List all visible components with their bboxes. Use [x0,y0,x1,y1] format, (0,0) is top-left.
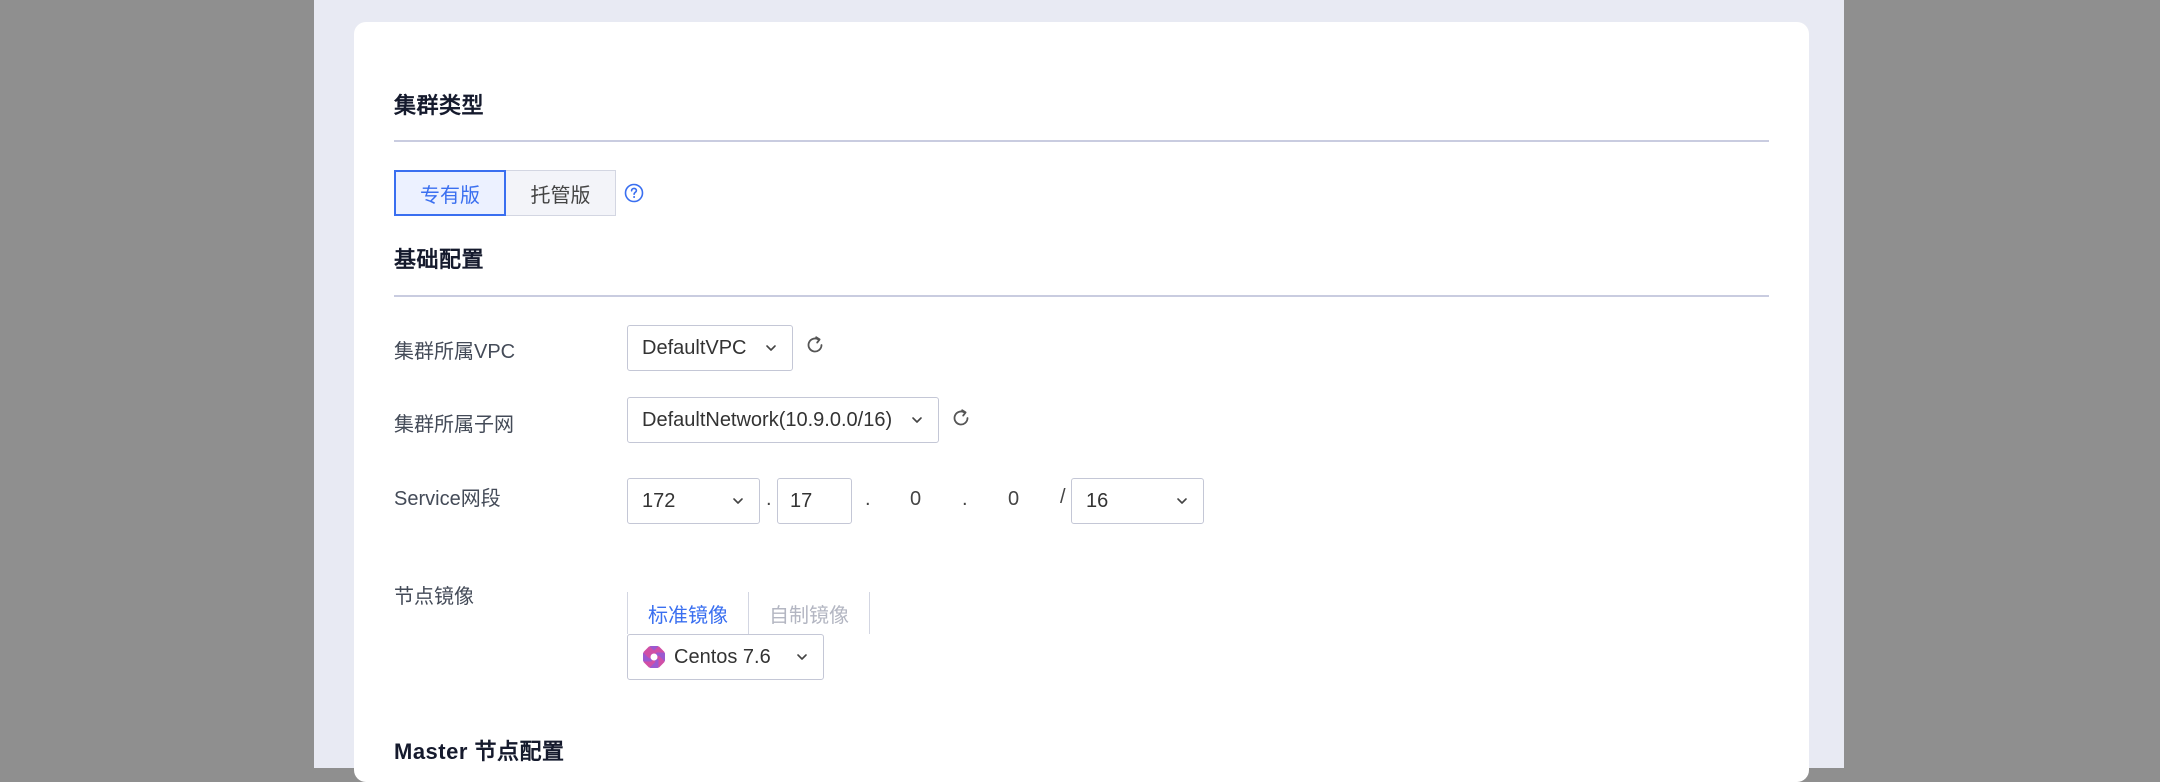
refresh-subnet-icon[interactable] [950,407,972,429]
subnet-select-value: DefaultNetwork(10.9.0.0/16) [642,408,893,431]
refresh-vpc-icon[interactable] [804,334,826,356]
divider [394,295,1769,297]
image-tab-custom[interactable]: 自制镜像 [748,592,870,634]
cluster-type-managed-button[interactable]: 托管版 [506,170,616,216]
chevron-down-icon [912,417,922,423]
cluster-type-segment: 专有版 托管版 [394,170,616,216]
os-image-select[interactable]: Centos 7.6 [627,634,824,680]
vpc-label: 集群所属VPC [394,341,516,363]
help-icon[interactable] [624,183,644,203]
cidr-slash: / [1060,486,1066,508]
section-title-basic-config: 基础配置 [394,247,485,272]
cidr-dot: . [962,488,968,510]
service-cidr-octet1-select[interactable]: 172 [627,478,760,524]
service-cidr-octet1-value: 172 [642,489,676,512]
os-image-value: Centos 7.6 [674,645,771,668]
centos-icon [643,646,665,668]
divider [394,140,1769,142]
cidr-dot: . [865,488,871,510]
chevron-down-icon [797,654,807,660]
image-tab-standard[interactable]: 标准镜像 [627,592,749,634]
chevron-down-icon [1177,498,1187,504]
cluster-type-dedicated-button[interactable]: 专有版 [394,170,506,216]
service-cidr-octet3: 0 [910,488,922,510]
vpc-select[interactable]: DefaultVPC [627,325,793,371]
section-title-master-config: Master 节点配置 [394,739,565,764]
service-cidr-mask-value: 16 [1086,489,1109,512]
service-cidr-octet4: 0 [1008,488,1020,510]
node-image-label: 节点镜像 [394,586,474,608]
vpc-select-value: DefaultVPC [642,336,747,359]
subnet-select[interactable]: DefaultNetwork(10.9.0.0/16) [627,397,939,443]
chevron-down-icon [766,345,776,351]
chevron-down-icon [733,498,743,504]
subnet-label: 集群所属子网 [394,414,514,436]
cidr-dot: . [766,488,772,510]
service-cidr-label: Service网段 [394,488,501,510]
service-cidr-octet2-input[interactable]: 17 [777,478,852,524]
service-cidr-mask-select[interactable]: 16 [1071,478,1204,524]
config-card: 集群类型 专有版 托管版 基础配置 集群所属VPC DefaultVPC 集群所… [354,22,1809,782]
section-title-cluster-type: 集群类型 [394,93,485,118]
